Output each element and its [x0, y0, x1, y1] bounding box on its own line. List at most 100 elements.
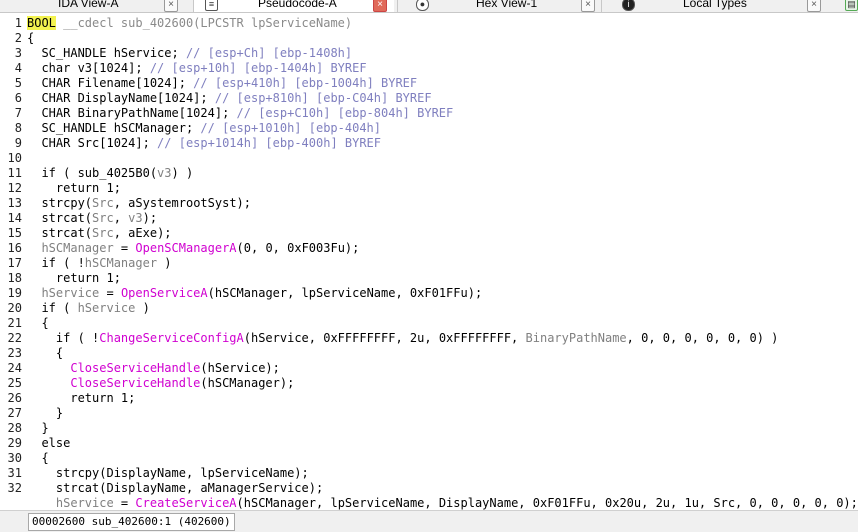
code-text[interactable]: hService = CreateServiceA(hSCManager, lp… — [27, 496, 858, 510]
variable-name: v3 — [157, 166, 172, 180]
code-token: } — [27, 406, 64, 420]
line-number: 25 — [7, 376, 22, 390]
code-text[interactable]: return 1; — [27, 391, 135, 406]
code-text[interactable]: strcpy(Src, aSystemrootSyst); — [27, 196, 251, 211]
code-text[interactable]: CHAR DisplayName[1024]; // [esp+810h] [e… — [27, 91, 431, 106]
code-text[interactable]: hService = OpenServiceA(hSCManager, lpSe… — [27, 286, 482, 301]
code-token: strcpy( — [27, 196, 93, 210]
code-token: strcat( — [27, 211, 93, 225]
code-token: SC_HANDLE hService; — [27, 46, 186, 60]
variable-name: Src — [92, 196, 114, 210]
hex-view-icon: ● — [416, 0, 429, 11]
line-number: 1 — [14, 16, 22, 30]
code-text[interactable]: if ( hService ) — [27, 301, 150, 316]
code-token: ) — [157, 256, 172, 270]
tab-label: Hex View-1 — [476, 0, 538, 10]
code-text[interactable]: CHAR BinaryPathName[1024]; // [esp+C10h]… — [27, 106, 453, 121]
code-token: strcat(DisplayName, aManagerService); — [27, 481, 324, 495]
code-text[interactable]: return 1; — [27, 271, 121, 286]
code-text[interactable]: SC_HANDLE hService; // [esp+Ch] [ebp-140… — [27, 46, 352, 61]
line-number: 8 — [14, 121, 22, 135]
location-indicator: 00002600 sub_402600:1 (402600) — [28, 513, 235, 531]
tab-pseudocode-a[interactable]: ≡ Pseudocode-A × — [194, 0, 394, 12]
pseudocode-view[interactable]: 1 BOOL __cdecl sub_402600(LPCSTR lpServic… — [0, 14, 858, 510]
close-icon[interactable]: × — [581, 0, 595, 12]
code-text[interactable]: if ( !hSCManager ) — [27, 256, 172, 271]
line-number: 17 — [7, 256, 22, 270]
code-token: CHAR DisplayName[1024]; — [27, 91, 215, 105]
code-token: if ( sub_4025B0( — [27, 166, 158, 180]
code-text[interactable]: CloseServiceHandle(hService); — [27, 361, 280, 376]
close-icon[interactable]: × — [373, 0, 387, 12]
code-token: { — [27, 451, 49, 465]
variable-name: hSCManager — [41, 241, 114, 255]
function-name: CreateServiceA — [135, 496, 237, 510]
code-token: SC_HANDLE hSCManager; — [27, 121, 201, 135]
tab-local-types[interactable]: i Local Types × ▤ — [602, 0, 858, 12]
line-number: 15 — [7, 226, 22, 240]
function-name: CloseServiceHandle — [70, 376, 201, 390]
line-number: 20 — [7, 301, 22, 315]
code-text[interactable]: CHAR Src[1024]; // [esp+1014h] [ebp-400h… — [27, 136, 381, 151]
code-token: CHAR Filename[1024]; — [27, 76, 194, 90]
code-token: = — [99, 286, 121, 300]
code-token: ); — [142, 211, 158, 225]
tab-ida-view-a[interactable]: IDA View-A × — [0, 0, 190, 12]
code-text[interactable]: } — [27, 406, 63, 421]
code-text[interactable]: { — [27, 346, 63, 361]
code-text[interactable]: { — [27, 451, 49, 466]
line-number: 4 — [14, 61, 22, 75]
code-token: = — [113, 241, 136, 255]
code-text[interactable]: } — [27, 421, 48, 436]
variable-name: hService — [55, 496, 114, 510]
status-bar: 00002600 sub_402600:1 (402600) — [0, 510, 858, 532]
pseudocode-icon: ≡ — [205, 0, 218, 11]
line-number: 7 — [14, 106, 22, 120]
code-text[interactable]: strcat(Src, v3); — [27, 211, 157, 226]
code-text[interactable]: { — [27, 316, 48, 331]
code-text[interactable]: strcat(Src, aExe); — [27, 226, 171, 241]
line-number: 14 — [7, 211, 22, 225]
code-text[interactable]: char v3[1024]; // [esp+10h] [ebp-1404h] … — [27, 61, 366, 76]
line-number: 21 — [7, 316, 22, 330]
code-text[interactable]: BOOL __cdecl sub_402600(LPCSTR lpService… — [27, 16, 352, 31]
code-text[interactable]: return 1; — [27, 181, 121, 196]
code-text[interactable]: strcat(DisplayName, aManagerService); — [27, 481, 323, 496]
line-number: 18 — [7, 271, 22, 285]
function-name: CloseServiceHandle — [70, 361, 201, 375]
code-token: (hService, 0xFFFFFFFF, 2u, 0xFFFFFFFF, — [243, 331, 526, 345]
code-comment: // [esp+410h] [ebp-1004h] BYREF — [193, 76, 418, 90]
code-text[interactable]: hSCManager = OpenSCManagerA(0, 0, 0xF003… — [27, 241, 359, 256]
code-token: , aSystemrootSyst); — [113, 196, 251, 210]
code-text[interactable]: CloseServiceHandle(hSCManager); — [27, 376, 294, 391]
tab-label: Local Types — [683, 0, 747, 10]
code-text[interactable]: if ( sub_4025B0(v3) ) — [27, 166, 193, 181]
code-text[interactable]: { — [27, 31, 34, 46]
tab-hex-view-1[interactable]: ● Hex View-1 × — [398, 0, 598, 12]
line-number: 6 — [14, 91, 22, 105]
code-text[interactable]: CHAR Filename[1024]; // [esp+410h] [ebp-… — [27, 76, 417, 91]
code-token: return 1; — [27, 271, 121, 285]
code-token: ) — [135, 301, 150, 315]
variable-name: Src — [92, 211, 114, 225]
code-token: = — [113, 496, 136, 510]
close-icon[interactable]: × — [807, 0, 821, 12]
code-text[interactable]: else — [27, 436, 70, 451]
line-number: 32 — [7, 481, 22, 495]
code-text[interactable]: strcpy(DisplayName, lpServiceName); — [27, 466, 309, 481]
local-types-icon: i — [622, 0, 635, 11]
line-number: 16 — [7, 241, 22, 255]
line-number: 24 — [7, 361, 22, 375]
code-text[interactable]: SC_HANDLE hSCManager; // [esp+1010h] [eb… — [27, 121, 381, 136]
close-icon[interactable]: × — [164, 0, 178, 12]
line-number: 23 — [7, 346, 22, 360]
code-text[interactable]: if ( !ChangeServiceConfigA(hService, 0xF… — [27, 331, 779, 346]
structures-icon[interactable]: ▤ — [845, 0, 858, 11]
line-number: 12 — [7, 181, 22, 195]
code-comment: // [esp+C10h] [ebp-804h] BYREF — [236, 106, 454, 120]
